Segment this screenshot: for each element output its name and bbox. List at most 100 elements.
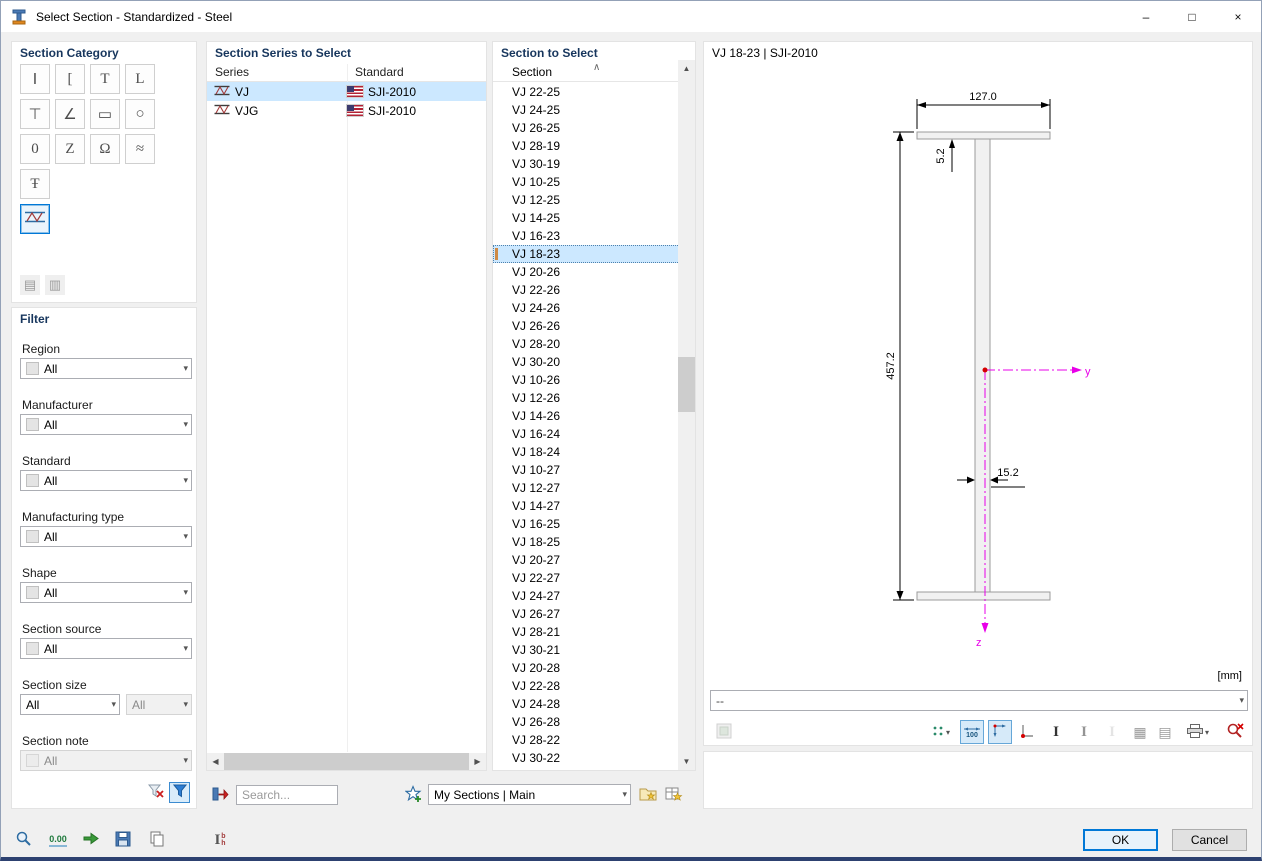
category-extra-button-2[interactable]: ▥	[45, 275, 65, 295]
filter-manufacturer-combo[interactable]: All ▾	[20, 414, 192, 435]
section-list-item[interactable]: VJ 22-27	[493, 569, 680, 587]
vscroll-thumb[interactable]	[678, 357, 695, 412]
series-column-header[interactable]: Series	[215, 65, 249, 79]
section-list-item[interactable]: VJ 24-26	[493, 299, 680, 317]
render-view-button[interactable]	[712, 720, 736, 744]
filter-manufacturing-type-combo[interactable]: All ▾	[20, 526, 192, 547]
shear-center-toggle[interactable]	[1016, 720, 1040, 744]
section-list-item[interactable]: VJ 22-25	[493, 83, 680, 101]
section-list-item[interactable]: VJ 18-25	[493, 533, 680, 551]
filter-section-size-combo[interactable]: All ▾	[20, 694, 120, 715]
joist-section-button[interactable]	[20, 204, 50, 234]
filter-shape-combo[interactable]: All ▾	[20, 582, 192, 603]
save-section-button[interactable]	[111, 828, 135, 852]
reset-zoom-button[interactable]	[1222, 720, 1248, 744]
print-button[interactable]: ▾	[1182, 720, 1214, 744]
section-list-item[interactable]: VJ 14-25	[493, 209, 680, 227]
filter-region-combo[interactable]: All ▾	[20, 358, 192, 379]
section-details-combo[interactable]: -- ▾	[710, 690, 1248, 711]
rail-section-button[interactable]: Ω	[90, 134, 120, 164]
section-list-item[interactable]: VJ 18-23	[493, 245, 680, 263]
apply-to-model-button[interactable]	[79, 828, 103, 852]
maximize-button[interactable]: □	[1169, 1, 1215, 32]
thin-view-toggle[interactable]: I	[1100, 720, 1124, 744]
section-list-scrollbar[interactable]: ▲ ▼	[678, 60, 695, 770]
section-list-item[interactable]: VJ 30-19	[493, 155, 680, 173]
stress-points-button[interactable]: ▾	[926, 720, 956, 744]
section-list-item[interactable]: VJ 10-27	[493, 461, 680, 479]
outline-view-toggle[interactable]: I	[1072, 720, 1096, 744]
double-angle-section-button[interactable]: ∠	[55, 99, 85, 129]
section-list-item[interactable]: VJ 28-22	[493, 731, 680, 749]
section-list-item[interactable]: VJ 22-26	[493, 281, 680, 299]
oval-section-button[interactable]: 0	[20, 134, 50, 164]
section-list-item[interactable]: VJ 28-19	[493, 137, 680, 155]
axes-toggle[interactable]	[988, 720, 1012, 744]
standard-column-header[interactable]: Standard	[355, 65, 404, 79]
section-list-item[interactable]: VJ 22-28	[493, 677, 680, 695]
section-list-item[interactable]: VJ 20-27	[493, 551, 680, 569]
decimal-places-button[interactable]: 0.00	[45, 828, 71, 852]
copy-section-button[interactable]	[145, 828, 169, 852]
z-section-button[interactable]: Z	[55, 134, 85, 164]
series-row[interactable]: VJG SJI-2010	[207, 101, 486, 120]
section-column-header[interactable]: Section	[512, 65, 552, 79]
section-list-item[interactable]: VJ 26-26	[493, 317, 680, 335]
section-list-item[interactable]: VJ 30-20	[493, 353, 680, 371]
tee-section-button[interactable]: T	[90, 64, 120, 94]
half-i-section-button[interactable]: ⊤	[20, 99, 50, 129]
series-row[interactable]: VJ SJI-2010	[207, 82, 486, 101]
i-section-button[interactable]: Ⅰ	[20, 64, 50, 94]
beam-dimensions-toggle[interactable]: I bh	[207, 828, 233, 852]
grid-view-toggle[interactable]: ▦	[1128, 720, 1152, 744]
section-list-item[interactable]: VJ 16-24	[493, 425, 680, 443]
minimize-button[interactable]: –	[1123, 1, 1169, 32]
special-section-button[interactable]: Ŧ	[20, 169, 50, 199]
filter-section-source-combo[interactable]: All ▾	[20, 638, 192, 659]
section-list-item[interactable]: VJ 14-27	[493, 497, 680, 515]
scroll-up-button[interactable]: ▲	[678, 60, 695, 77]
section-list-item[interactable]: VJ 30-21	[493, 641, 680, 659]
section-list-item[interactable]: VJ 26-25	[493, 119, 680, 137]
my-sections-combo[interactable]: My Sections | Main ▾	[428, 784, 631, 805]
section-list-item[interactable]: VJ 30-22	[493, 749, 680, 767]
solid-view-toggle[interactable]: I	[1044, 720, 1068, 744]
section-list-item[interactable]: VJ 12-26	[493, 389, 680, 407]
chs-section-button[interactable]: ○	[125, 99, 155, 129]
section-list-item[interactable]: VJ 16-23	[493, 227, 680, 245]
section-properties-button[interactable]	[11, 828, 35, 852]
new-favorites-table-button[interactable]	[662, 783, 686, 807]
dimensions-toggle[interactable]: 100	[960, 720, 984, 744]
section-list-item[interactable]: VJ 24-28	[493, 695, 680, 713]
section-list-item[interactable]: VJ 24-27	[493, 587, 680, 605]
clear-filter-button[interactable]	[145, 782, 166, 803]
cancel-button[interactable]: Cancel	[1172, 829, 1247, 851]
filter-standard-combo[interactable]: All ▾	[20, 470, 192, 491]
angle-section-button[interactable]: L	[125, 64, 155, 94]
section-list-item[interactable]: VJ 10-26	[493, 371, 680, 389]
scroll-right-button[interactable]: ▶	[469, 753, 486, 770]
search-input[interactable]	[236, 785, 338, 805]
section-list-item[interactable]: VJ 20-26	[493, 263, 680, 281]
series-horizontal-scrollbar[interactable]: ◀ ▶	[207, 753, 486, 770]
section-list-item[interactable]: VJ 12-27	[493, 479, 680, 497]
list-view-toggle[interactable]: ▤	[1154, 720, 1176, 744]
apply-filter-button[interactable]	[169, 782, 190, 803]
section-list-item[interactable]: VJ 24-25	[493, 101, 680, 119]
section-list-item[interactable]: VJ 28-21	[493, 623, 680, 641]
channel-section-button[interactable]: [	[55, 64, 85, 94]
ok-button[interactable]: OK	[1083, 829, 1158, 851]
rhs-section-button[interactable]: ▭	[90, 99, 120, 129]
section-list-item[interactable]: VJ 14-26	[493, 407, 680, 425]
corrugated-section-button[interactable]: ≈	[125, 134, 155, 164]
section-list-item[interactable]: VJ 12-25	[493, 191, 680, 209]
scroll-down-button[interactable]: ▼	[678, 753, 695, 770]
scroll-left-button[interactable]: ◀	[207, 753, 224, 770]
add-favorite-button[interactable]	[402, 783, 426, 807]
favorites-options-button[interactable]	[636, 783, 660, 807]
section-list-item[interactable]: VJ 28-20	[493, 335, 680, 353]
section-list-item[interactable]: VJ 18-24	[493, 443, 680, 461]
section-list-item[interactable]: VJ 26-28	[493, 713, 680, 731]
section-list-item[interactable]: VJ 10-25	[493, 173, 680, 191]
section-list-item[interactable]: VJ 20-28	[493, 659, 680, 677]
